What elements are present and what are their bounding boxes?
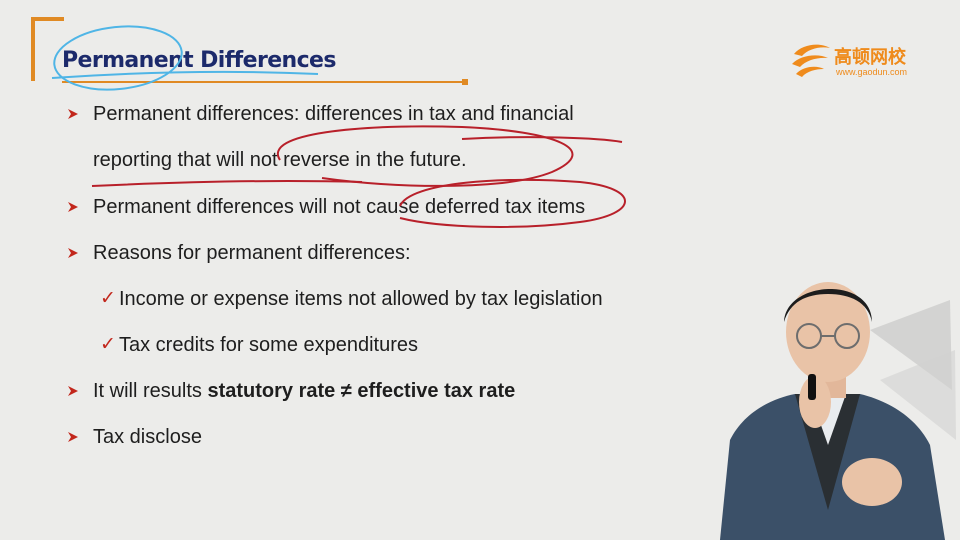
bullet-4-text: It will results (93, 380, 208, 402)
bullet-1-line-1: Permanent differences: differences in ta… (93, 103, 574, 125)
red-arrow-triangle-icon (68, 432, 78, 442)
gaodun-logo: 高顿网校 www.gaodun.com (790, 40, 920, 82)
logo-url: www.gaodun.com (836, 67, 908, 77)
logo-name: 高顿网校 (834, 47, 906, 68)
bullet-1-line-2: reporting that will not reverse in the f… (93, 149, 467, 171)
red-stroke-annotation (461, 136, 623, 143)
bullet-3: Reasons for permanent differences: (93, 242, 411, 264)
slide-title: Permanent Differences (62, 48, 336, 73)
gaodun-swirl-logo-icon (792, 44, 830, 77)
red-check-icon: ✓ (100, 333, 116, 355)
red-arrow-triangle-icon (68, 202, 78, 212)
subbullet-2: Tax credits for some expenditures (119, 334, 419, 356)
red-arrow-triangle-icon (68, 109, 78, 119)
red-arrow-triangle-icon (68, 248, 78, 258)
bullet-4: It will results statutory rate ≠ effecti… (93, 380, 515, 403)
red-underline-annotation (91, 180, 363, 187)
corner-bracket-decoration (31, 17, 64, 81)
bullet-2: Permanent differences will not cause def… (93, 196, 586, 218)
presenter-video (720, 282, 956, 540)
bullet-5: Tax disclose (93, 426, 202, 448)
title-underline-dot (462, 79, 468, 85)
red-arrow-triangle-icon (68, 386, 78, 396)
bullet-4-bold: statutory rate ≠ effective tax rate (207, 380, 516, 402)
red-check-icon: ✓ (100, 287, 116, 309)
title-underline (62, 81, 464, 83)
subbullet-1: Income or expense items not allowed by t… (119, 288, 603, 310)
slide: Permanent Differences 高顿网校 www.gaodun.co… (0, 0, 960, 540)
